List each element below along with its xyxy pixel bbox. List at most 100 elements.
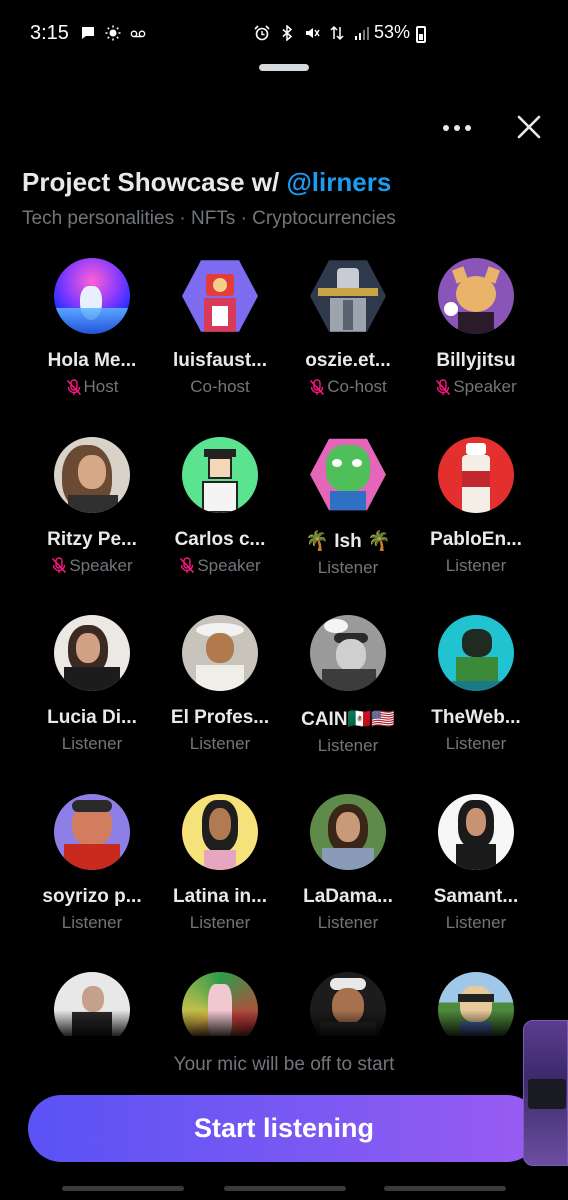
avatar: [182, 260, 258, 332]
participant-role: Listener: [446, 734, 506, 754]
signal-icon: [355, 27, 369, 40]
message-icon: [82, 27, 94, 39]
battery-icon: [416, 26, 426, 43]
participant-role-text: Listener: [445, 555, 507, 575]
participant-role: Listener: [62, 734, 122, 754]
participant-name: Latina in...: [173, 885, 267, 907]
participant[interactable]: soyrizo p... Listener: [28, 793, 156, 973]
participant-role-text: Listener: [317, 736, 379, 755]
participant[interactable]: Lucia Di... Listener: [28, 615, 156, 794]
participant[interactable]: Hola Me... Host: [28, 258, 156, 437]
participant-role-text: Listener: [61, 912, 123, 932]
avatar: [438, 615, 514, 691]
participant[interactable]: oszie.et... Co-host: [284, 258, 412, 437]
participant-role-text: Listener: [189, 912, 251, 932]
alarm-icon: [254, 25, 270, 41]
participant-name: soyrizo p...: [42, 885, 142, 907]
more-dot-icon: [443, 125, 449, 131]
participant-role-text: Speaker: [453, 377, 517, 396]
avatar: [310, 438, 386, 511]
participant[interactable]: Samant... Listener: [412, 793, 540, 973]
participant-name: luisfaust...: [173, 350, 267, 371]
participant-role-text: Host: [83, 377, 119, 396]
participant[interactable]: Billyjitsu Speaker: [412, 258, 540, 437]
participant[interactable]: PabloEn... Listener: [412, 436, 540, 616]
avatar: [310, 260, 386, 332]
avatar: [54, 615, 130, 691]
nav-home-indicator[interactable]: [224, 1186, 346, 1191]
participant-name: Billyjitsu: [436, 350, 516, 371]
pip-video-window[interactable]: [523, 1020, 568, 1166]
participant-role: Speaker: [179, 555, 261, 576]
more-dot-icon: [454, 125, 460, 131]
avatar: [182, 436, 258, 513]
participant-role: Host: [66, 377, 119, 397]
mic-note: Your mic will be off to start: [173, 1054, 395, 1075]
avatar: [54, 793, 130, 870]
participant-role-text: Speaker: [197, 555, 261, 575]
space-title: Project Showcase w/ @lirners: [22, 167, 391, 198]
data-icon: [330, 25, 344, 41]
bluetooth-icon: [282, 25, 293, 41]
participant-name: TheWeb...: [431, 707, 521, 728]
system-nav-bar: [0, 1182, 568, 1200]
participants-grid: Hola Me... Host luisfaust... Co-host osz…: [28, 258, 540, 1036]
avatar: [310, 793, 386, 870]
status-time: 3:15: [30, 22, 69, 44]
close-icon[interactable]: [512, 110, 546, 144]
participant[interactable]: El Profes... Listener: [156, 615, 284, 794]
avatar: [310, 615, 386, 691]
participant[interactable]: luisfaust... Co-host: [156, 258, 284, 437]
participant-name: Samant...: [433, 885, 519, 907]
avatar: [54, 436, 130, 513]
participant[interactable]: TheWeb... Listener: [412, 615, 540, 794]
participant[interactable]: LaDama... Listener: [284, 793, 412, 973]
space-title-text: Project Showcase w/: [22, 167, 287, 197]
participant-name: PabloEn...: [430, 528, 522, 550]
list-fade-overlay: [0, 1010, 568, 1040]
host-handle-link[interactable]: @lirners: [286, 167, 391, 197]
avatar: [438, 793, 514, 870]
participant-role: Listener: [190, 913, 250, 933]
sheet-drag-handle[interactable]: [259, 64, 309, 71]
participant-name: Hola Me...: [47, 350, 137, 371]
participant-role-text: Listener: [189, 734, 251, 753]
avatar: [438, 258, 514, 334]
participant-role: Listener: [190, 734, 250, 754]
voicemail-icon: [130, 30, 146, 38]
participant-role-text: Listener: [317, 557, 379, 577]
participant[interactable]: CAIN🇲🇽🇺🇸 Listener: [284, 615, 412, 794]
participant[interactable]: Latina in... Listener: [156, 793, 284, 973]
avatar: [182, 793, 258, 870]
participant[interactable]: 🌴 Ish 🌴 Listener: [284, 437, 412, 616]
participant-name: El Profes...: [170, 707, 270, 728]
more-options-button[interactable]: [437, 113, 477, 143]
participant-role: Speaker: [51, 555, 133, 576]
participant-name: LaDama...: [303, 885, 393, 907]
participant-role: Listener: [318, 913, 378, 933]
pip-video-thumbnail: [528, 1079, 566, 1109]
participant-name: oszie.et...: [305, 350, 391, 371]
participant-role-text: Speaker: [69, 555, 133, 575]
participant-role: Speaker: [435, 377, 517, 397]
participant-name: Carlos c...: [174, 528, 266, 550]
nav-back-indicator[interactable]: [384, 1186, 506, 1191]
participant-role: Listener: [62, 913, 122, 933]
battery-percent: 53%: [374, 22, 411, 42]
participant-role: Co-host: [309, 377, 387, 397]
nav-recents-indicator[interactable]: [62, 1186, 184, 1191]
participant-name: Ritzy Pe...: [47, 528, 137, 550]
participant[interactable]: Carlos c... Speaker: [156, 436, 284, 616]
brightness-icon: [105, 25, 121, 41]
participant-role: Listener: [318, 736, 378, 756]
start-listening-button[interactable]: Start listening: [28, 1095, 540, 1162]
avatar: [182, 615, 258, 691]
mic-off-icon: [310, 378, 325, 395]
participant-role: Listener: [318, 558, 378, 578]
participant-role-text: Listener: [445, 734, 507, 753]
avatar: [54, 258, 130, 334]
status-bar: 3:15 53%: [0, 0, 568, 68]
participant[interactable]: Ritzy Pe... Speaker: [28, 436, 156, 616]
participant-role: Listener: [446, 556, 506, 576]
participant-name: CAIN🇲🇽🇺🇸: [301, 709, 395, 730]
